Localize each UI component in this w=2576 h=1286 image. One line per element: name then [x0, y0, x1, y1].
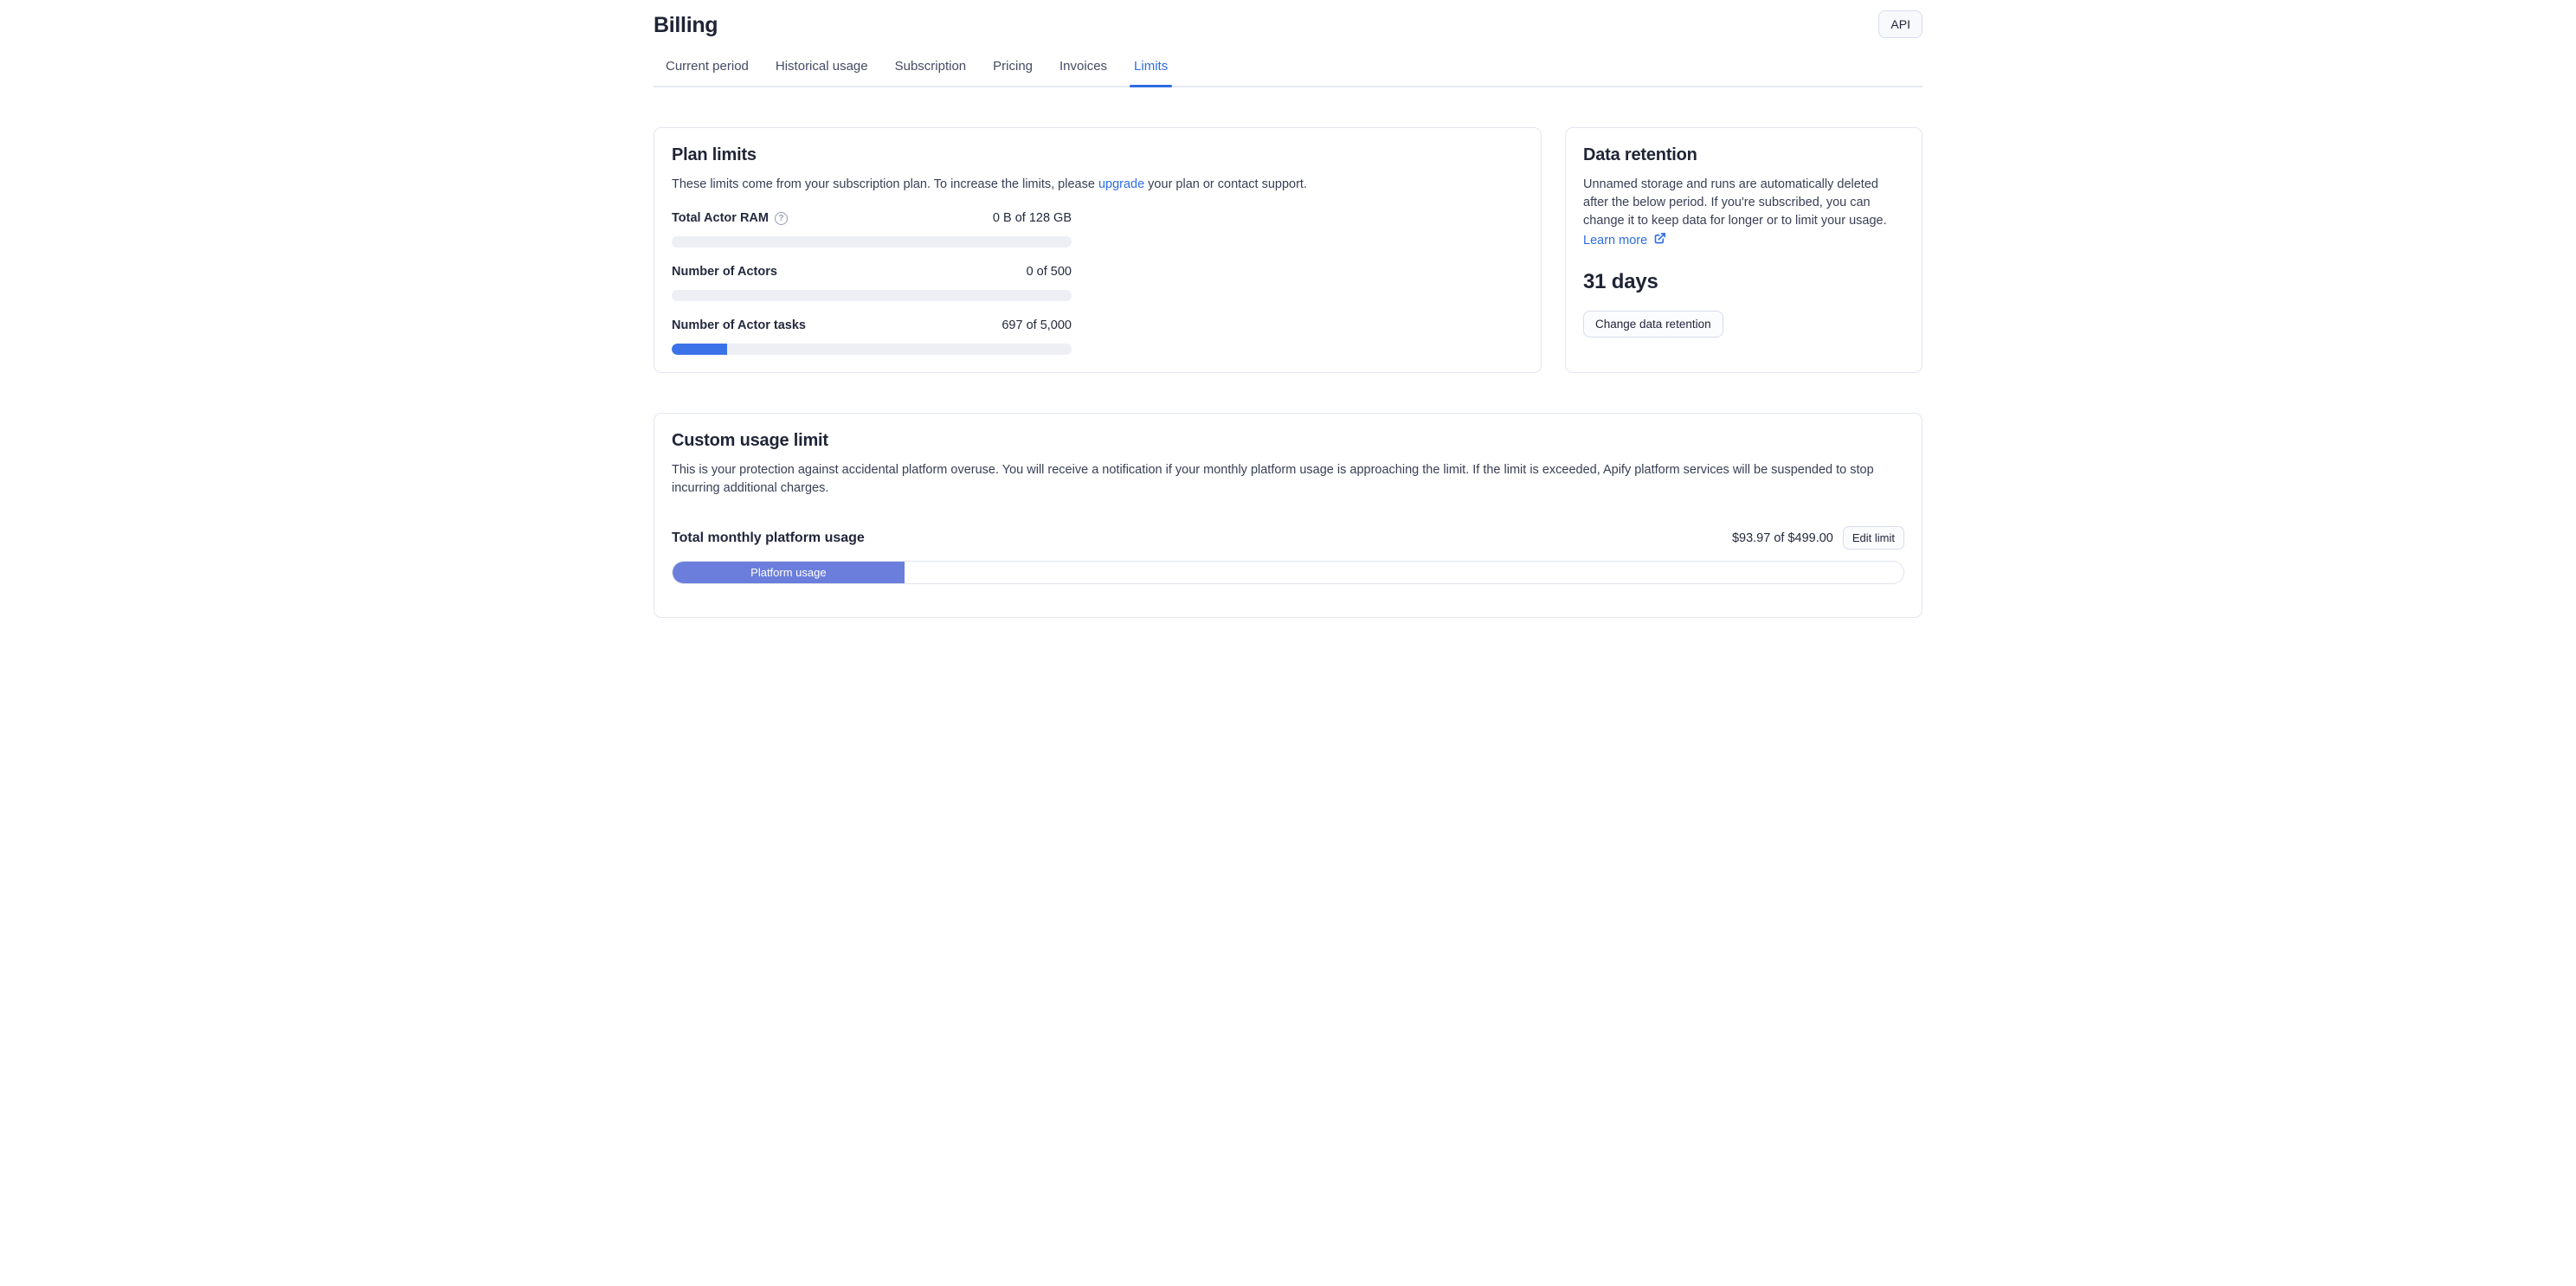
upgrade-link[interactable]: upgrade: [1098, 177, 1144, 191]
page-header: Billing API: [644, 0, 1932, 38]
limit-value-actor-ram: 0 B of 128 GB: [993, 209, 1072, 228]
limit-label-actor-tasks: Number of Actor tasks: [672, 317, 806, 335]
retention-period-value: 31 days: [1583, 270, 1904, 294]
page-title: Billing: [654, 13, 718, 38]
progress-track-actors: [672, 290, 1072, 301]
change-data-retention-button[interactable]: Change data retention: [1583, 311, 1723, 338]
progress-fill-actor-tasks: [672, 344, 727, 355]
billing-page: Billing API Current period Historical us…: [644, 0, 1932, 643]
platform-usage-fill: Platform usage: [673, 562, 905, 583]
custom-usage-limit-card: Custom usage limit This is your protecti…: [654, 413, 1922, 618]
tab-pricing[interactable]: Pricing: [991, 59, 1034, 86]
plan-limits-description-start: These limits come from your subscription…: [672, 177, 1098, 191]
external-link-icon: [1653, 232, 1666, 251]
limit-label-actor-ram: Total Actor RAM: [672, 209, 769, 228]
plan-limits-title: Plan limits: [672, 145, 1523, 165]
progress-track-actor-tasks: [672, 344, 1072, 355]
billing-tabs: Current period Historical usage Subscrip…: [654, 59, 1922, 87]
plan-limits-card: Plan limits These limits come from your …: [654, 127, 1542, 373]
tab-limits[interactable]: Limits: [1132, 59, 1169, 86]
tab-historical-usage[interactable]: Historical usage: [774, 59, 870, 86]
edit-limit-button[interactable]: Edit limit: [1843, 526, 1904, 550]
top-cards-row: Plan limits These limits come from your …: [654, 127, 1922, 373]
limit-row-actor-tasks: Number of Actor tasks 697 of 5,000: [672, 317, 1072, 355]
usage-amount-value: $93.97 of $499.00: [1732, 531, 1833, 545]
platform-usage-track: Platform usage: [672, 561, 1904, 584]
data-retention-title: Data retention: [1583, 145, 1904, 165]
help-icon[interactable]: ?: [775, 212, 788, 225]
total-monthly-usage-label: Total monthly platform usage: [672, 530, 865, 546]
data-retention-description: Unnamed storage and runs are automatical…: [1583, 176, 1904, 230]
limit-row-actor-ram: Total Actor RAM ? 0 B of 128 GB: [672, 209, 1072, 248]
limit-row-actors: Number of Actors 0 of 500: [672, 263, 1072, 301]
platform-usage-bar-label: Platform usage: [750, 566, 826, 579]
tab-subscription[interactable]: Subscription: [893, 59, 969, 86]
data-retention-card: Data retention Unnamed storage and runs …: [1565, 127, 1922, 373]
plan-limits-description-end: your plan or contact support.: [1144, 177, 1307, 191]
plan-limit-rows: Total Actor RAM ? 0 B of 128 GB Number o…: [672, 209, 1072, 355]
limit-value-actor-tasks: 697 of 5,000: [1001, 317, 1072, 335]
custom-usage-limit-title: Custom usage limit: [672, 431, 1904, 451]
main-content: Plan limits These limits come from your …: [644, 87, 1932, 618]
tab-current-period[interactable]: Current period: [664, 59, 750, 86]
limit-value-actors: 0 of 500: [1027, 263, 1072, 281]
learn-more-link[interactable]: Learn more: [1583, 232, 1647, 250]
plan-limits-description: These limits come from your subscription…: [672, 176, 1523, 194]
custom-usage-limit-description: This is your protection against accident…: [672, 461, 1904, 498]
tab-invoices[interactable]: Invoices: [1058, 59, 1109, 86]
api-button[interactable]: API: [1878, 10, 1922, 38]
limit-label-actors: Number of Actors: [672, 263, 777, 281]
progress-track-actor-ram: [672, 236, 1072, 248]
